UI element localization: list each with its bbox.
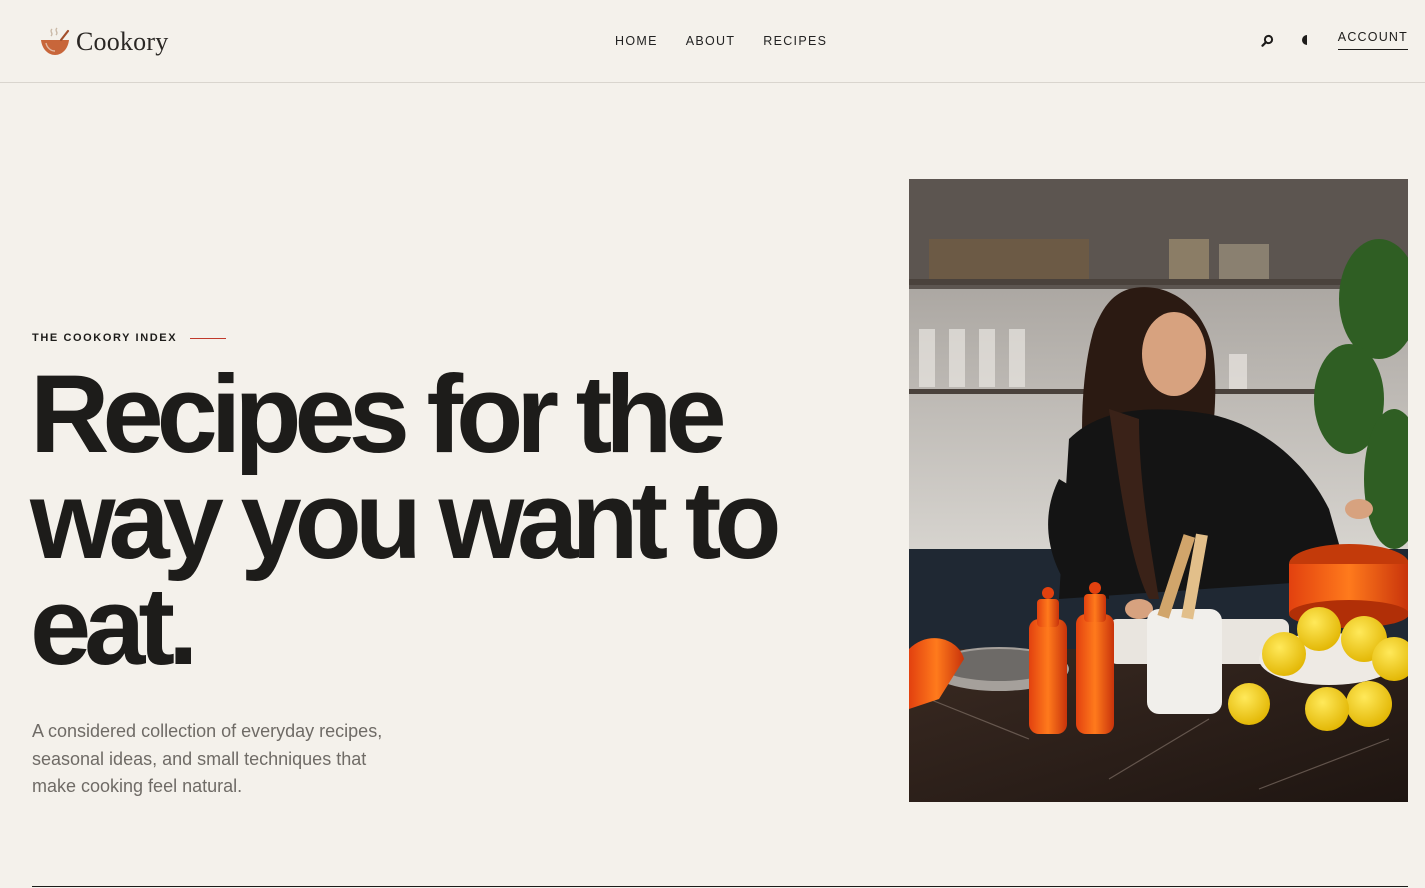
bowl-logo-icon bbox=[41, 27, 70, 55]
nav-home[interactable]: HOME bbox=[615, 34, 658, 48]
hero-intro: A considered collection of everyday reci… bbox=[32, 721, 383, 796]
main-nav: HOME ABOUT RECIPES bbox=[615, 34, 827, 48]
eyebrow-rule bbox=[190, 337, 227, 339]
brand-name: Cookory bbox=[76, 27, 169, 56]
half-moon-icon[interactable] bbox=[1296, 30, 1316, 50]
account-link[interactable]: ACCOUNT bbox=[1337, 30, 1408, 50]
brand-logo[interactable]: Cookory bbox=[38, 22, 168, 62]
header-tools: ACCOUNT bbox=[1258, 30, 1408, 50]
eyebrow: THE COOKORY INDEX bbox=[32, 332, 227, 344]
search-icon[interactable] bbox=[1258, 30, 1278, 50]
site-header: Cookory HOME ABOUT RECIPES ACCOUNT bbox=[0, 0, 1425, 83]
hero-headline: Recipes for the way you want to eat. bbox=[30, 353, 782, 688]
kitchen-photo-illustration bbox=[909, 179, 1408, 802]
eyebrow-label: THE COOKORY INDEX bbox=[32, 332, 178, 344]
nav-recipes[interactable]: RECIPES bbox=[763, 34, 827, 48]
nav-about[interactable]: ABOUT bbox=[686, 34, 736, 48]
hero-image bbox=[909, 179, 1408, 802]
section-divider bbox=[32, 886, 1408, 887]
